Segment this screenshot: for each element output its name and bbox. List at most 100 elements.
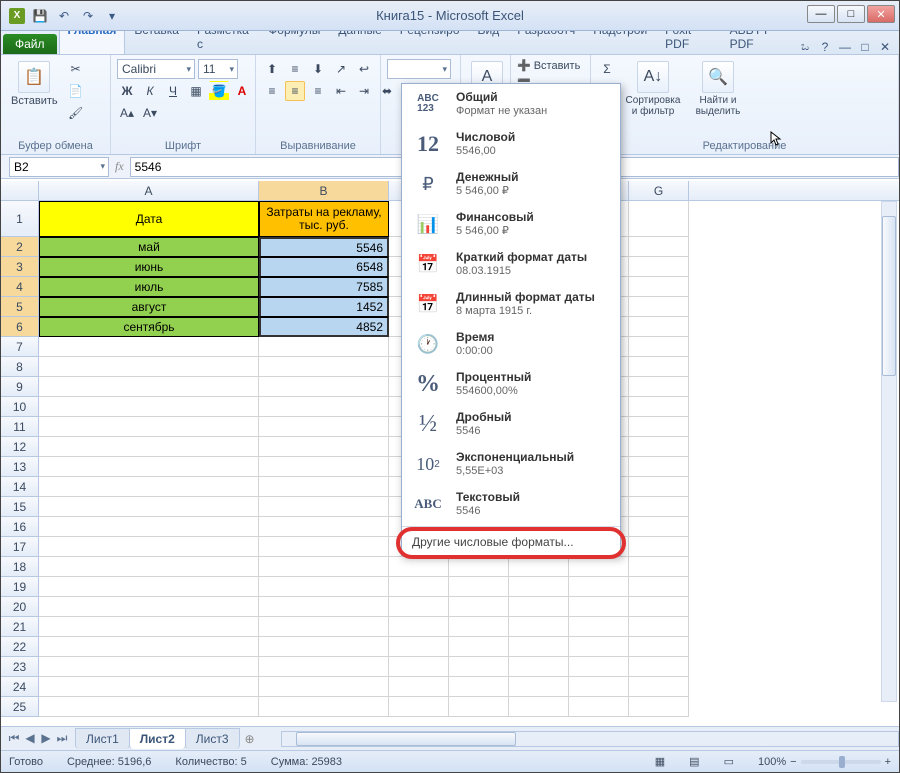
row-header-11[interactable]: 11 [1, 417, 39, 437]
row-header-14[interactable]: 14 [1, 477, 39, 497]
cell-C18[interactable] [389, 557, 449, 577]
select-all-corner[interactable] [1, 181, 39, 200]
cell-B22[interactable] [259, 637, 389, 657]
decrease-font-button[interactable]: A▾ [140, 103, 160, 123]
cell-B18[interactable] [259, 557, 389, 577]
format-option-9[interactable]: 102Экспоненциальный5,55E+03 [402, 444, 620, 484]
align-bottom-button[interactable]: ⬇ [308, 59, 328, 79]
hscroll-thumb[interactable] [296, 732, 516, 746]
cell-A5[interactable]: август [39, 297, 259, 317]
save-button[interactable]: 💾 [31, 7, 49, 25]
cell-A7[interactable] [39, 337, 259, 357]
align-left-button[interactable]: ≡ [262, 81, 282, 101]
row-header-18[interactable]: 18 [1, 557, 39, 577]
sheet-nav-first[interactable]: ⏮ [7, 731, 21, 746]
cell-C19[interactable] [389, 577, 449, 597]
sheet-tab-1[interactable]: Лист2 [129, 728, 186, 749]
cell-B11[interactable] [259, 417, 389, 437]
insert-function-button[interactable]: fx [115, 159, 124, 174]
cell-G24[interactable] [629, 677, 689, 697]
cell-G22[interactable] [629, 637, 689, 657]
cell-A4[interactable]: июль [39, 277, 259, 297]
ribbon-minimize[interactable]: — [837, 40, 853, 54]
cell-G20[interactable] [629, 597, 689, 617]
cell-G23[interactable] [629, 657, 689, 677]
row-header-3[interactable]: 3 [1, 257, 39, 277]
cell-A15[interactable] [39, 497, 259, 517]
format-option-8[interactable]: ½Дробный5546 [402, 404, 620, 444]
zoom-level[interactable]: 100% [758, 756, 786, 768]
cell-B23[interactable] [259, 657, 389, 677]
row-header-25[interactable]: 25 [1, 697, 39, 717]
cell-E24[interactable] [509, 677, 569, 697]
cell-F18[interactable] [569, 557, 629, 577]
format-option-10[interactable]: ABCТекстовый5546 [402, 484, 620, 524]
cell-B6[interactable]: 4852 [259, 317, 389, 337]
cell-A2[interactable]: май [39, 237, 259, 257]
font-size-combo[interactable]: 11 [198, 59, 238, 79]
row-header-8[interactable]: 8 [1, 357, 39, 377]
cell-A24[interactable] [39, 677, 259, 697]
column-header-G[interactable]: G [629, 181, 689, 200]
cell-B4[interactable]: 7585 [259, 277, 389, 297]
cell-F24[interactable] [569, 677, 629, 697]
cell-G25[interactable] [629, 697, 689, 717]
row-header-23[interactable]: 23 [1, 657, 39, 677]
cell-G10[interactable] [629, 397, 689, 417]
cell-D23[interactable] [449, 657, 509, 677]
cell-D21[interactable] [449, 617, 509, 637]
cell-F23[interactable] [569, 657, 629, 677]
help-button[interactable]: ಒ [797, 39, 813, 54]
format-option-4[interactable]: 📅Краткий формат даты08.03.1915 [402, 244, 620, 284]
cell-A20[interactable] [39, 597, 259, 617]
cell-B15[interactable] [259, 497, 389, 517]
name-box[interactable]: B2 [9, 157, 109, 177]
cell-G16[interactable] [629, 517, 689, 537]
view-layout-button[interactable]: ▤ [689, 755, 699, 768]
cell-B14[interactable] [259, 477, 389, 497]
cell-B3[interactable]: 6548 [259, 257, 389, 277]
format-option-3[interactable]: 📊Финансовый5 546,00 ₽ [402, 204, 620, 244]
row-header-9[interactable]: 9 [1, 377, 39, 397]
align-top-button[interactable]: ⬆ [262, 59, 282, 79]
cell-D22[interactable] [449, 637, 509, 657]
cell-C21[interactable] [389, 617, 449, 637]
cell-B2[interactable]: 5546 [259, 237, 389, 257]
align-center-button[interactable]: ≡ [285, 81, 305, 101]
undo-button[interactable]: ↶ [55, 7, 73, 25]
row-header-1[interactable]: 1 [1, 201, 39, 237]
align-right-button[interactable]: ≡ [308, 81, 328, 101]
cell-G19[interactable] [629, 577, 689, 597]
increase-indent-button[interactable]: ⇥ [354, 81, 374, 101]
cell-B7[interactable] [259, 337, 389, 357]
zoom-thumb[interactable] [839, 756, 845, 768]
row-header-6[interactable]: 6 [1, 317, 39, 337]
cell-A14[interactable] [39, 477, 259, 497]
cell-B8[interactable] [259, 357, 389, 377]
cell-B10[interactable] [259, 397, 389, 417]
help-icon[interactable]: ? [817, 40, 833, 54]
minimize-button[interactable]: — [807, 5, 835, 23]
bold-button[interactable]: Ж [117, 81, 137, 101]
qat-customize[interactable]: ▾ [103, 7, 121, 25]
border-button[interactable]: ▦ [186, 81, 206, 101]
sheet-tab-0[interactable]: Лист1 [75, 728, 130, 749]
cell-B12[interactable] [259, 437, 389, 457]
cell-C22[interactable] [389, 637, 449, 657]
cell-F21[interactable] [569, 617, 629, 637]
cell-D24[interactable] [449, 677, 509, 697]
cell-A21[interactable] [39, 617, 259, 637]
cell-G14[interactable] [629, 477, 689, 497]
cell-E21[interactable] [509, 617, 569, 637]
cell-A13[interactable] [39, 457, 259, 477]
cell-C24[interactable] [389, 677, 449, 697]
cell-C25[interactable] [389, 697, 449, 717]
align-middle-button[interactable]: ≡ [285, 59, 305, 79]
cell-E25[interactable] [509, 697, 569, 717]
cell-G7[interactable] [629, 337, 689, 357]
font-color-button[interactable]: А [232, 81, 252, 101]
row-header-5[interactable]: 5 [1, 297, 39, 317]
cell-F25[interactable] [569, 697, 629, 717]
close-button[interactable]: ✕ [867, 5, 895, 23]
cell-D19[interactable] [449, 577, 509, 597]
